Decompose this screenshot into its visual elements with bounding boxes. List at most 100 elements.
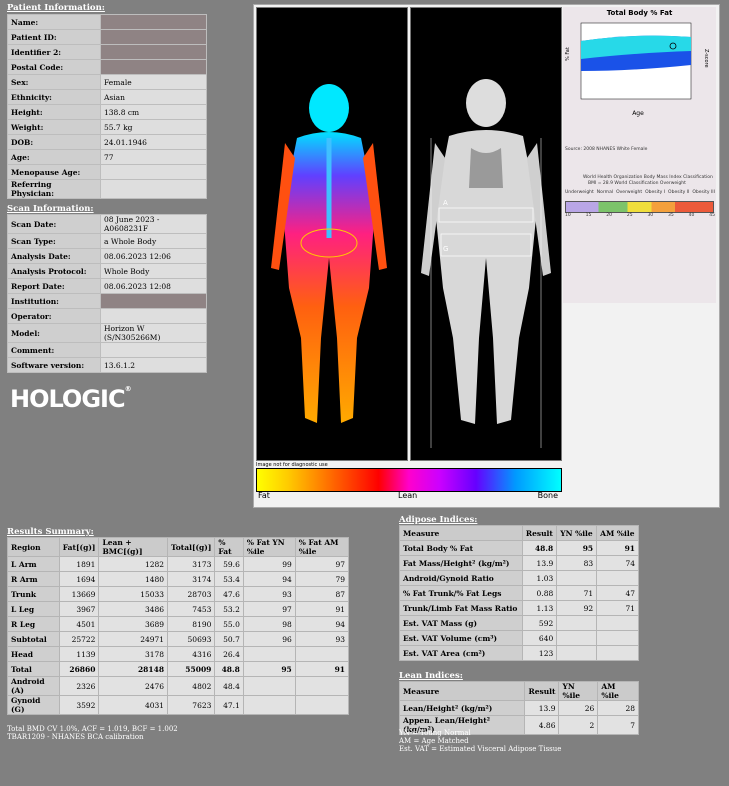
table-row: L Leg 3967 3486 7453 53.2 97 91 <box>7 601 350 617</box>
table-cell: 55009 <box>167 661 216 677</box>
scan-value <box>100 342 207 358</box>
table-cell: 3592 <box>58 695 100 715</box>
bmi-tick-label: 20 <box>606 213 612 218</box>
table-cell: 98 <box>242 616 296 632</box>
patient-value: 24.01.1946 <box>100 134 207 150</box>
table-cell <box>556 630 598 646</box>
scan-row: Operator: <box>7 308 207 324</box>
scan-row: Scan Date: 08 June 2023 - A0608231F <box>7 214 207 234</box>
table-cell: 47 <box>596 585 639 601</box>
table-cell: 28703 <box>167 586 216 602</box>
table-cell: 48.4 <box>214 676 244 696</box>
lean-column-header: Measure <box>398 681 526 701</box>
row-label: Head <box>7 646 60 662</box>
scan-label: Analysis Protocol: <box>7 263 101 279</box>
table-cell: 48.8 <box>521 540 558 556</box>
table-cell: 26 <box>558 700 599 716</box>
lean-column-header: Result <box>524 681 560 701</box>
table-cell: 50.7 <box>214 631 244 647</box>
table-cell: 91 <box>294 661 350 677</box>
table-cell <box>242 646 296 662</box>
table-cell: 95 <box>556 540 598 556</box>
table-row: Head 1139 3178 4316 26.4 <box>7 646 350 662</box>
scan-label: Scan Date: <box>7 214 101 234</box>
table-cell <box>596 570 639 586</box>
adipose-column-header: YN %ile <box>556 525 598 541</box>
table-row: Est. VAT Volume (cm³) 640 <box>399 630 639 646</box>
scan-row: Scan Type: a Whole Body <box>7 233 207 249</box>
table-cell: 3178 <box>98 646 169 662</box>
row-label: Lean/Height² (kg/m²) <box>398 700 526 716</box>
table-cell: 94 <box>242 571 296 587</box>
scan-value: a Whole Body <box>100 233 207 249</box>
scan-value: 08.06.2023 12:08 <box>100 278 207 294</box>
table-cell <box>294 676 350 696</box>
row-label: Total <box>7 661 60 677</box>
results-column-header: % Fat YN %ile <box>242 537 296 557</box>
graph-yright-label: Z-score <box>703 49 709 68</box>
table-cell: 26.4 <box>214 646 244 662</box>
table-cell <box>596 630 639 646</box>
table-cell: 94 <box>294 616 350 632</box>
table-row: R Leg 4501 3689 8190 55.0 98 94 <box>7 616 350 632</box>
patient-row: Menopause Age: <box>7 164 207 180</box>
table-cell: 4802 <box>167 676 216 696</box>
bmi-tick-label: 35 <box>668 213 674 218</box>
bmi-category-label: Obesity I <box>645 190 666 195</box>
patient-row: Height: 138.8 cm <box>7 104 207 120</box>
table-cell: 3689 <box>98 616 169 632</box>
scan-info-table: Scan Date: 08 June 2023 - A0608231F Scan T… <box>7 214 207 373</box>
graph-ylabel: % Fat <box>565 47 571 61</box>
lean-title: Lean Indices: <box>399 671 463 681</box>
table-row: Est. VAT Area (cm²) 123 <box>399 645 639 661</box>
patient-row: Identifier 2: <box>7 44 207 60</box>
scan-info-title: Scan Information: <box>7 204 94 214</box>
row-label: Subtotal <box>7 631 60 647</box>
composition-colorbar <box>256 468 562 492</box>
table-cell <box>556 615 598 631</box>
table-cell: 28 <box>597 700 639 716</box>
row-label: Est. VAT Mass (g) <box>399 615 523 631</box>
table-cell <box>242 695 296 715</box>
table-cell: 93 <box>294 631 350 647</box>
patient-row: Age: 77 <box>7 149 207 165</box>
table-cell: 79 <box>294 571 350 587</box>
table-cell: 0.88 <box>521 585 558 601</box>
row-label: R Leg <box>7 616 60 632</box>
bmi-tick-label: 30 <box>647 213 654 218</box>
table-cell: 59.6 <box>214 556 244 572</box>
table-cell: 25722 <box>58 631 100 647</box>
row-label: Trunk/Limb Fat Mass Ratio <box>399 600 523 616</box>
adipose-title: Adipose Indices: <box>399 515 478 525</box>
bmi-line: BMI = 28.9 World Classification Overweig… <box>588 181 686 186</box>
logo-registered-mark: ® <box>124 385 132 393</box>
table-cell: 1891 <box>58 556 100 572</box>
adipose-header-row: Measure Result YN %ile AM %ile <box>399 525 639 541</box>
table-cell: 8190 <box>167 616 216 632</box>
patient-value <box>100 59 207 75</box>
table-row: Subtotal 25722 24971 50693 50.7 96 93 <box>7 631 350 647</box>
table-cell: 47.6 <box>214 586 244 602</box>
patient-value <box>100 44 207 60</box>
table-cell: 4031 <box>98 695 169 715</box>
adipose-column-header: Measure <box>399 525 523 541</box>
colorbar-lean-label: Lean <box>398 491 418 500</box>
table-cell: 13.9 <box>521 555 558 571</box>
table-cell: 1.03 <box>521 570 558 586</box>
results-summary-table: Region Fat[(g)] Lean + BMC[(g)] Total[(g)]%… <box>7 537 350 715</box>
graph-title: Total Body % Fat <box>606 9 673 17</box>
bmi-tick-label: 45 <box>709 213 715 218</box>
table-cell <box>596 615 639 631</box>
xray-body-figure: A G <box>421 79 551 448</box>
reference-curve-chart: Age % Fat Z-score <box>565 22 709 117</box>
table-cell: 3173 <box>167 556 216 572</box>
table-cell: 123 <box>521 645 558 661</box>
table-cell <box>556 570 598 586</box>
table-row: Gynoid (G) 3592 4031 7623 47.1 <box>7 695 350 715</box>
svg-text:G: G <box>443 245 448 253</box>
patient-label: Menopause Age: <box>7 164 101 180</box>
table-cell: 592 <box>521 615 558 631</box>
table-cell: 87 <box>294 586 350 602</box>
results-column-header: Total[(g)] <box>167 537 216 557</box>
patient-label: Weight: <box>7 119 101 135</box>
